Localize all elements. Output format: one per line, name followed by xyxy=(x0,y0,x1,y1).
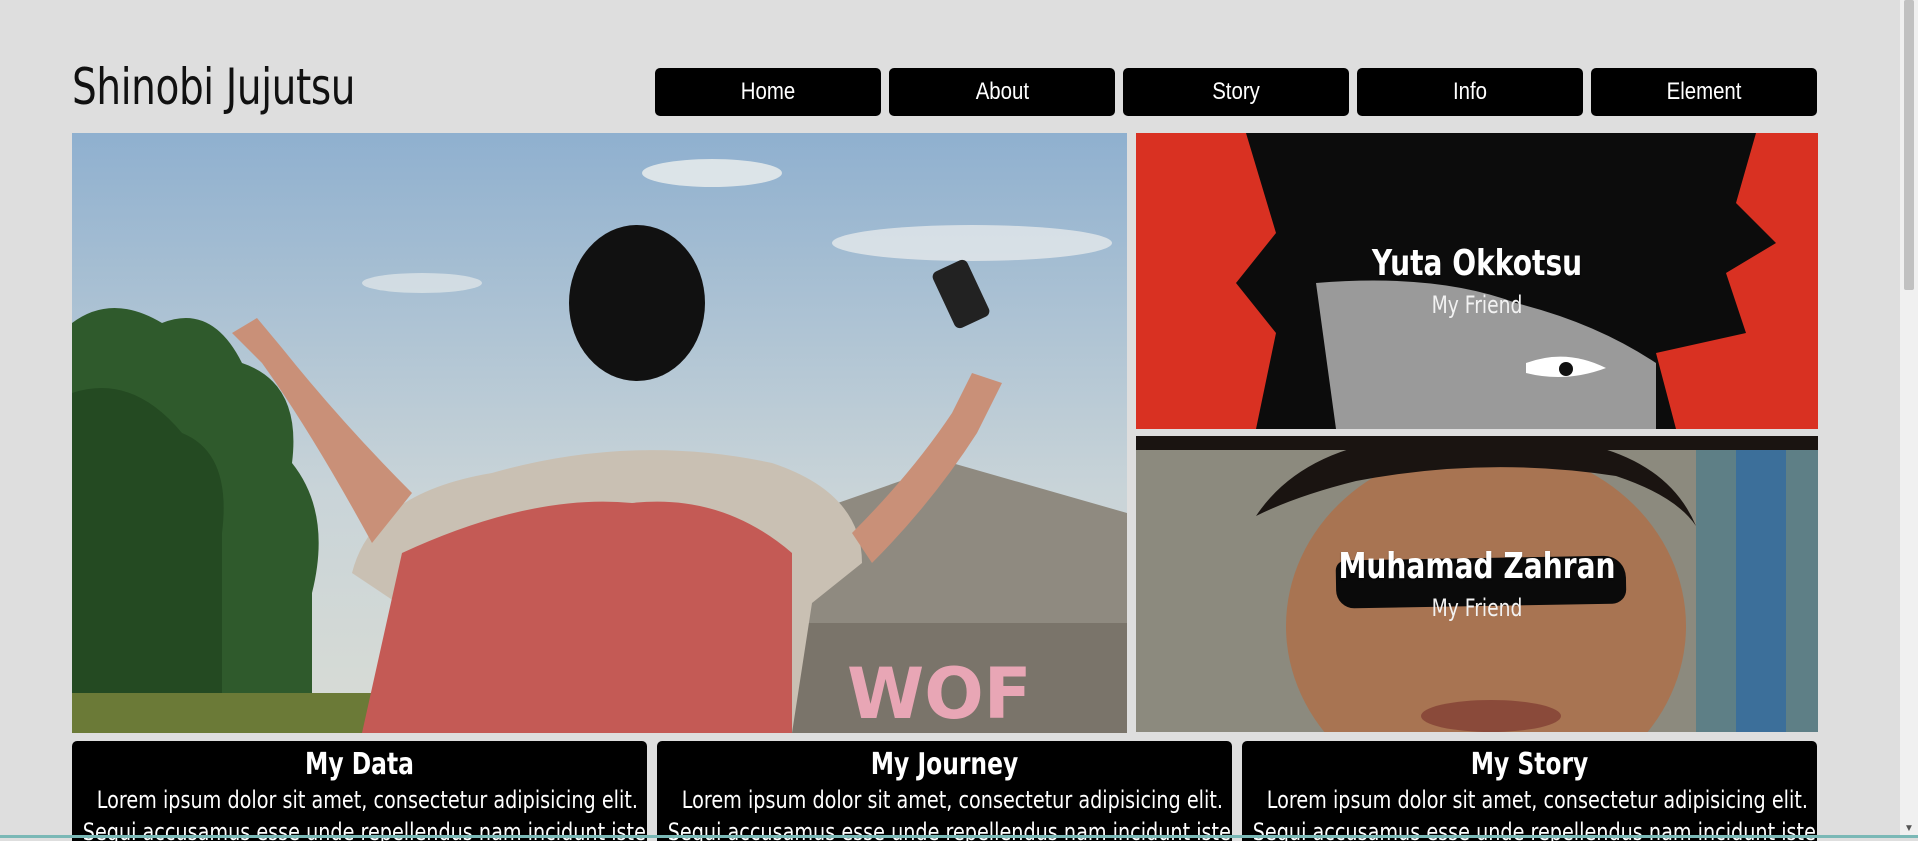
main-nav: Home About Story Info Element xyxy=(655,68,1817,116)
nav-element-button[interactable]: Element xyxy=(1591,68,1817,116)
box-text: Lorem ipsum dolor sit amet, consectetur … xyxy=(82,786,647,841)
nav-label: Home xyxy=(740,78,796,105)
vertical-scrollbar[interactable]: ▼ xyxy=(1900,0,1918,838)
card-subtitle: My Friend xyxy=(1431,291,1523,319)
nav-about-button[interactable]: About xyxy=(889,68,1115,116)
box-title: My Journey xyxy=(870,747,1019,782)
scroll-down-arrow-icon[interactable]: ▼ xyxy=(1904,823,1914,834)
box-text: Lorem ipsum dolor sit amet, consectetur … xyxy=(667,786,1232,841)
box-title: My Data xyxy=(305,747,414,782)
svg-text:WOF: WOF xyxy=(847,653,1032,733)
nav-label: Element xyxy=(1666,78,1742,105)
scrollbar-thumb[interactable] xyxy=(1904,0,1914,290)
friend-card-yuta[interactable]: Yuta Okkotsu My Friend xyxy=(1136,133,1818,429)
card-title: Muhamad Zahran xyxy=(1338,546,1616,587)
page: Shinobi Jujutsu Home About Story Info El… xyxy=(0,0,1900,841)
nav-story-button[interactable]: Story xyxy=(1123,68,1349,116)
nav-label: Info xyxy=(1452,78,1488,105)
info-box-my-journey: My Journey Lorem ipsum dolor sit amet, c… xyxy=(657,741,1232,841)
hero-illustration: WOF xyxy=(72,133,1127,733)
box-text: Lorem ipsum dolor sit amet, consectetur … xyxy=(1252,786,1817,841)
nav-label: Story xyxy=(1212,78,1260,105)
friend-card-zahran[interactable]: Muhamad Zahran My Friend xyxy=(1136,436,1818,732)
info-box-my-story: My Story Lorem ipsum dolor sit amet, con… xyxy=(1242,741,1817,841)
nav-label: About xyxy=(975,78,1029,105)
box-title: My Story xyxy=(1470,747,1589,782)
card-title: Yuta Okkotsu xyxy=(1371,243,1583,284)
nav-home-button[interactable]: Home xyxy=(655,68,881,116)
card-subtitle: My Friend xyxy=(1431,594,1523,622)
hero-photo: WOF xyxy=(72,133,1127,733)
nav-info-button[interactable]: Info xyxy=(1357,68,1583,116)
info-box-my-data: My Data Lorem ipsum dolor sit amet, cons… xyxy=(72,741,647,841)
site-title: Shinobi Jujutsu xyxy=(72,58,356,116)
